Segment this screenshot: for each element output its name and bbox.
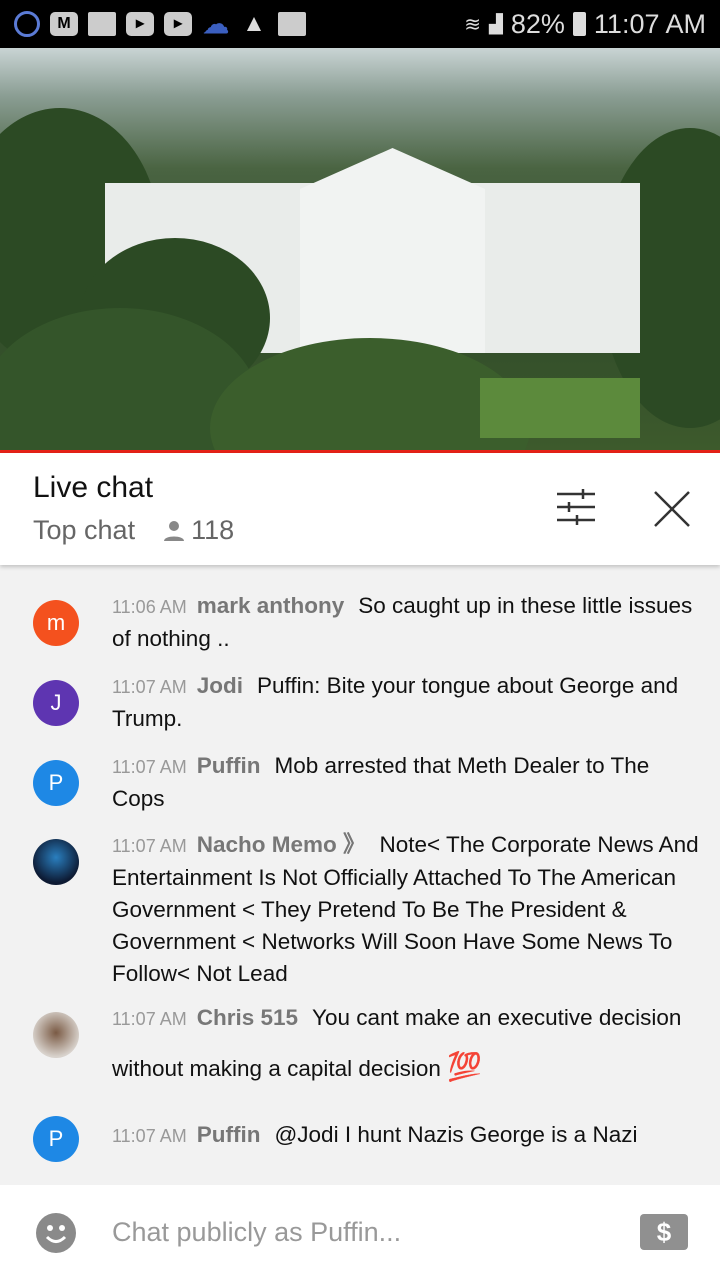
message-author[interactable]: Puffin: [197, 753, 261, 778]
avatar[interactable]: [33, 1012, 79, 1058]
clock: 11:07 AM: [593, 8, 706, 39]
chat-mode-selector[interactable]: Top chat: [33, 515, 135, 546]
cloud-icon: ☁: [203, 9, 229, 39]
warning-icon: ▲: [242, 10, 266, 37]
viewer-count: 118: [163, 515, 234, 546]
youtube-icon-2: ▸: [164, 12, 192, 36]
message-author[interactable]: Chris 515: [197, 1005, 298, 1030]
image-icon: [278, 12, 306, 36]
youtube-icon: ▸: [126, 12, 154, 36]
m-app-icon: M: [50, 12, 78, 36]
wifi-icon: ≋: [464, 13, 482, 36]
message-author[interactable]: Puffin: [197, 1122, 261, 1147]
close-icon[interactable]: [652, 489, 692, 529]
signal-icon: ▟: [489, 13, 503, 34]
filter-settings-icon[interactable]: [555, 489, 597, 525]
chat-header: Live chat Top chat 118: [0, 453, 720, 565]
avatar[interactable]: P: [33, 1116, 79, 1162]
emoji-icon[interactable]: [36, 1213, 76, 1253]
chat-title: Live chat: [33, 471, 154, 504]
pokeball-icon: [14, 11, 40, 37]
message-time: 11:07 AM: [112, 1126, 187, 1146]
folder-icon: [88, 12, 116, 36]
avatar[interactable]: m: [33, 600, 79, 646]
avatar[interactable]: [33, 839, 79, 885]
chat-input[interactable]: Chat publicly as Puffin...: [112, 1217, 401, 1248]
status-bar: M ▸ ▸ ☁ ▲ ≋ ▟ 82% 11:07 AM: [0, 0, 720, 48]
avatar[interactable]: J: [33, 680, 79, 726]
message-text: @Jodi I hunt Nazis George is a Nazi: [274, 1122, 638, 1147]
avatar[interactable]: P: [33, 760, 79, 806]
chat-input-bar: Chat publicly as Puffin... $: [0, 1185, 720, 1280]
video-player[interactable]: [0, 48, 720, 450]
message-author[interactable]: Jodi: [197, 673, 243, 698]
message-text: Mob arrested that Meth Dealer to The Cop…: [112, 753, 650, 811]
message-time: 11:06 AM: [112, 597, 187, 617]
message-time: 11:07 AM: [112, 1009, 187, 1029]
message-time: 11:07 AM: [112, 757, 187, 777]
hundred-emoji-icon: 💯: [447, 1051, 483, 1082]
message-time: 11:07 AM: [112, 677, 187, 697]
message-time: 11:07 AM: [112, 836, 187, 856]
message-author[interactable]: mark anthony: [197, 593, 345, 618]
person-icon: [164, 520, 185, 541]
battery-icon: [572, 12, 586, 36]
battery-level: 82%: [510, 8, 565, 39]
super-chat-button[interactable]: $: [640, 1214, 688, 1250]
viewer-count-value: 118: [191, 515, 235, 545]
message-author[interactable]: Nacho Memo 》: [197, 832, 366, 857]
